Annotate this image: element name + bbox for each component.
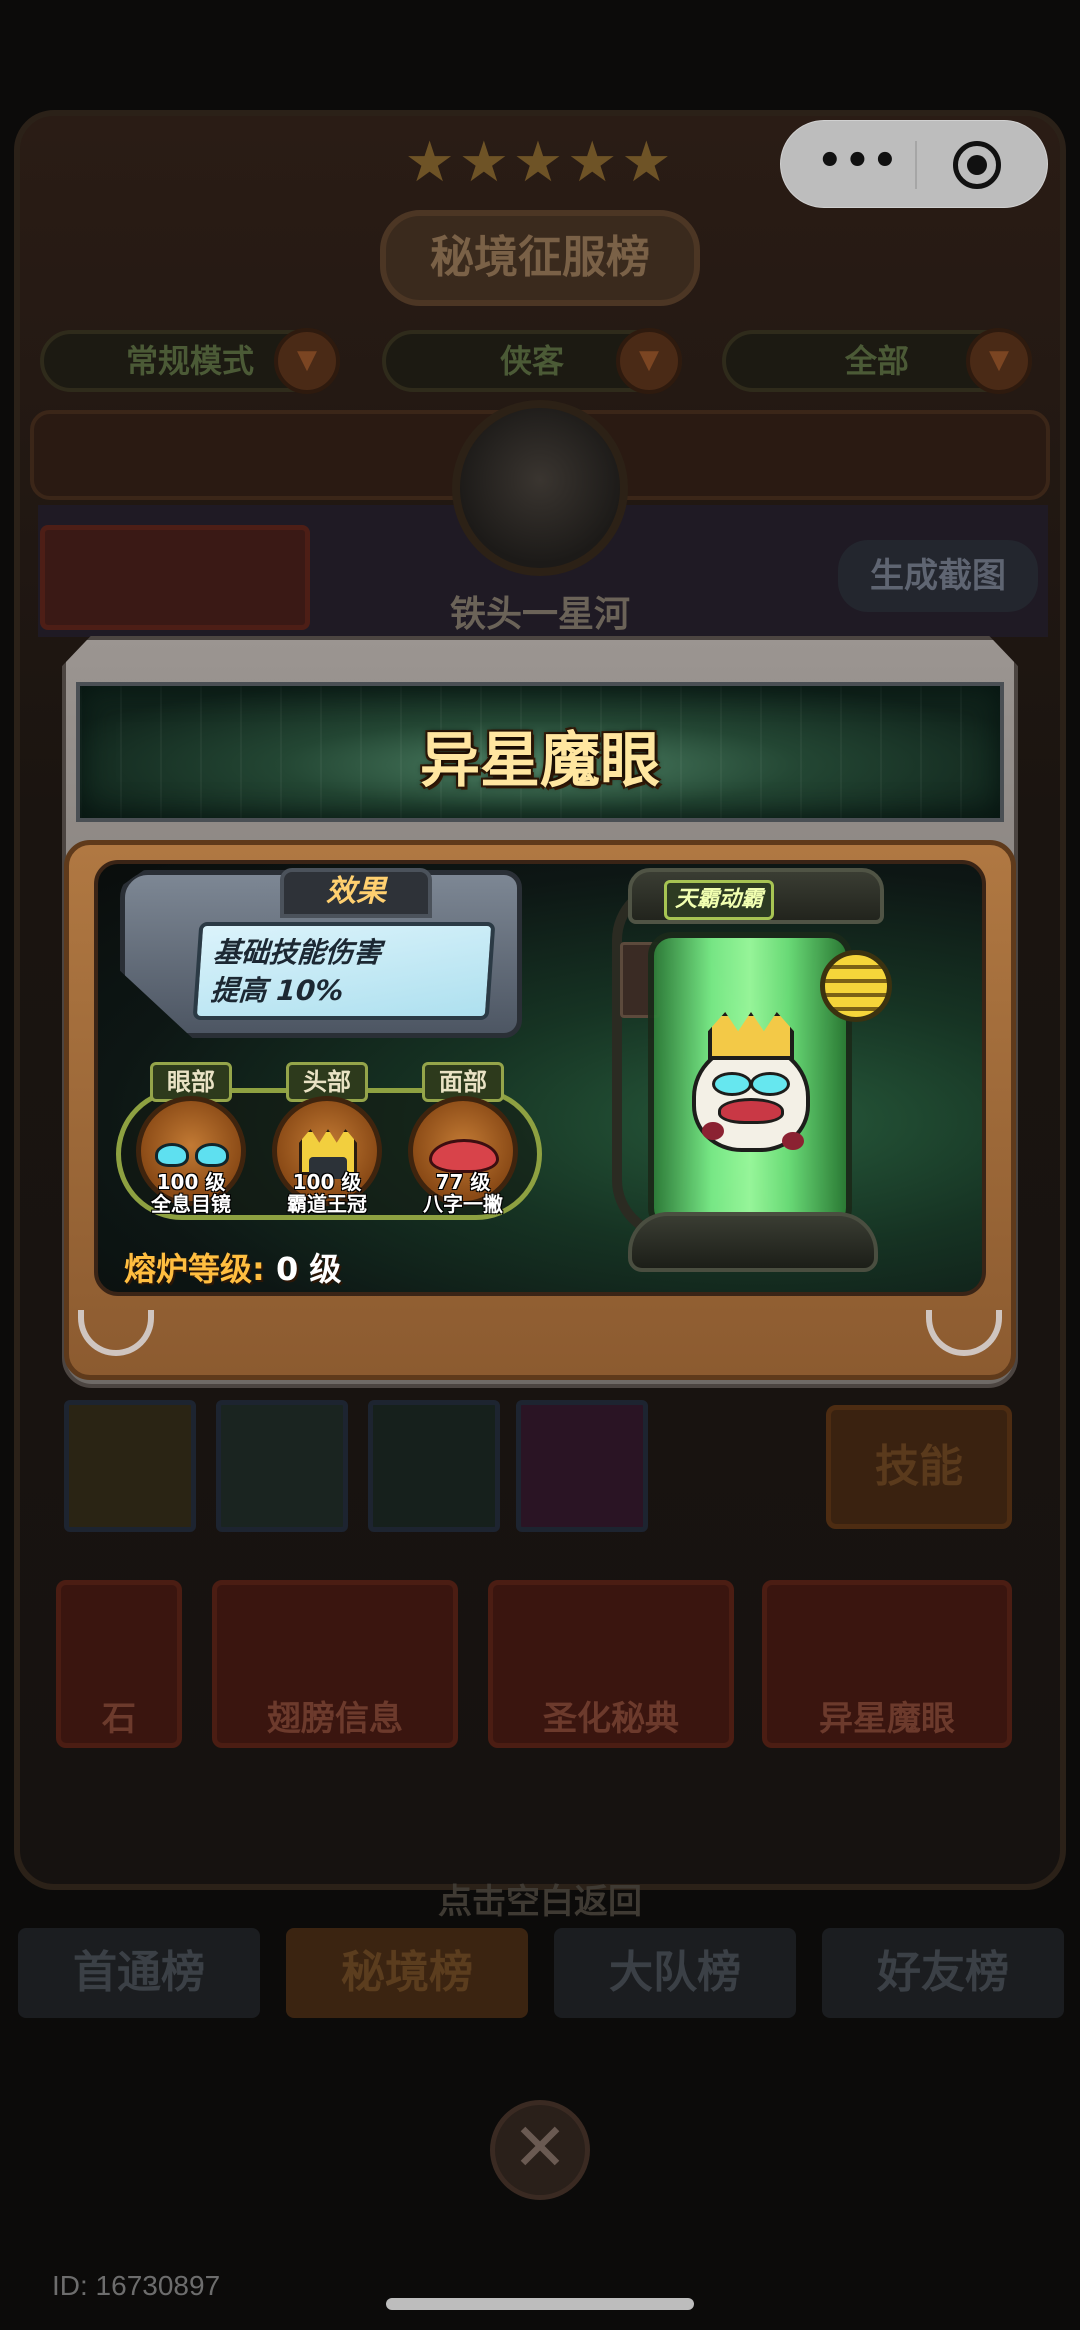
tab-friends-rank[interactable]: 好友榜	[822, 1928, 1064, 2018]
character-mustache-icon	[718, 1098, 784, 1124]
striped-lamp-icon	[820, 950, 892, 1022]
generate-screenshot-button[interactable]: 生成截图	[838, 540, 1038, 612]
slot-name-eye: 全息目镜	[151, 1192, 231, 1216]
player-name: 铁头一星河	[449, 594, 630, 635]
tab-first-clear-rank[interactable]: 首通榜	[18, 1928, 260, 2018]
effect-description: 基础技能伤害 提高 10%	[192, 922, 496, 1020]
user-id: ID: 16730897	[52, 2270, 221, 2301]
furnace-level-value: 0 级	[275, 1250, 342, 1288]
class-filter-label: 侠客	[499, 342, 564, 380]
furnace-level: 熔炉等级: 0 级	[124, 1244, 341, 1290]
chevron-down-icon: ▼	[616, 328, 682, 394]
more-dots-icon[interactable]: •••	[817, 141, 898, 187]
scope-filter-dropdown[interactable]: 全部 ▼	[722, 328, 1032, 394]
player-avatar[interactable]	[452, 400, 628, 576]
tab-secret-realm-rank[interactable]: 秘境榜	[286, 1928, 528, 2018]
character-spot	[702, 1122, 724, 1140]
effect-tab-label: 效果	[280, 868, 432, 918]
chevron-down-icon: ▼	[966, 328, 1032, 394]
miniprogram-capsule: •••	[780, 120, 1048, 208]
skill-icon-3[interactable]	[368, 1400, 500, 1532]
character-crown-icon	[708, 1012, 794, 1060]
skill-icon-4[interactable]	[516, 1400, 648, 1532]
tap-blank-to-return-hint: 点击空白返回	[438, 1882, 642, 1922]
info-tab-stone[interactable]: 石	[56, 1580, 182, 1748]
target-circle-icon[interactable]	[953, 141, 1001, 189]
chevron-down-icon: ▼	[274, 328, 340, 394]
home-indicator[interactable]	[386, 2298, 694, 2310]
modal-title: 异星魔眼	[420, 726, 660, 796]
skills-button[interactable]: 技能	[826, 1405, 1012, 1529]
character-spot	[782, 1132, 804, 1150]
close-icon[interactable]: ✕	[490, 2100, 590, 2200]
alien-character[interactable]	[692, 1012, 810, 1152]
effect-line-2: 提高 10%	[209, 974, 345, 1007]
rank-stars-icon: ★★★★★	[404, 130, 676, 195]
player-banner-image	[40, 525, 310, 630]
holo-glasses-icon	[155, 1143, 229, 1167]
class-filter-dropdown[interactable]: 侠客 ▼	[382, 328, 682, 394]
tube-base	[628, 1212, 878, 1272]
background-page-title: 秘境征服榜	[380, 210, 700, 306]
skill-icon-2[interactable]	[216, 1400, 348, 1532]
slot-name-head: 霸道王冠	[287, 1192, 367, 1216]
character-glasses-icon	[712, 1072, 790, 1096]
capsule-divider	[915, 141, 917, 189]
mode-filter-label: 常规模式	[125, 342, 254, 380]
info-tab-alien-eye[interactable]: 异星魔眼	[762, 1580, 1012, 1748]
tab-squad-rank[interactable]: 大队榜	[554, 1928, 796, 2018]
effect-line-1: 基础技能伤害	[212, 936, 383, 969]
mode-filter-dropdown[interactable]: 常规模式 ▼	[40, 328, 340, 394]
slot-name-face: 八字一撇	[423, 1192, 503, 1216]
info-tab-wings[interactable]: 翅膀信息	[212, 1580, 458, 1748]
scope-filter-label: 全部	[844, 342, 909, 380]
character-badge: 天霸动霸	[664, 880, 774, 920]
skill-icon-1[interactable]	[64, 1400, 196, 1532]
furnace-level-label: 熔炉等级:	[124, 1250, 265, 1288]
info-tab-sanctified-codex[interactable]: 圣化秘典	[488, 1580, 734, 1748]
